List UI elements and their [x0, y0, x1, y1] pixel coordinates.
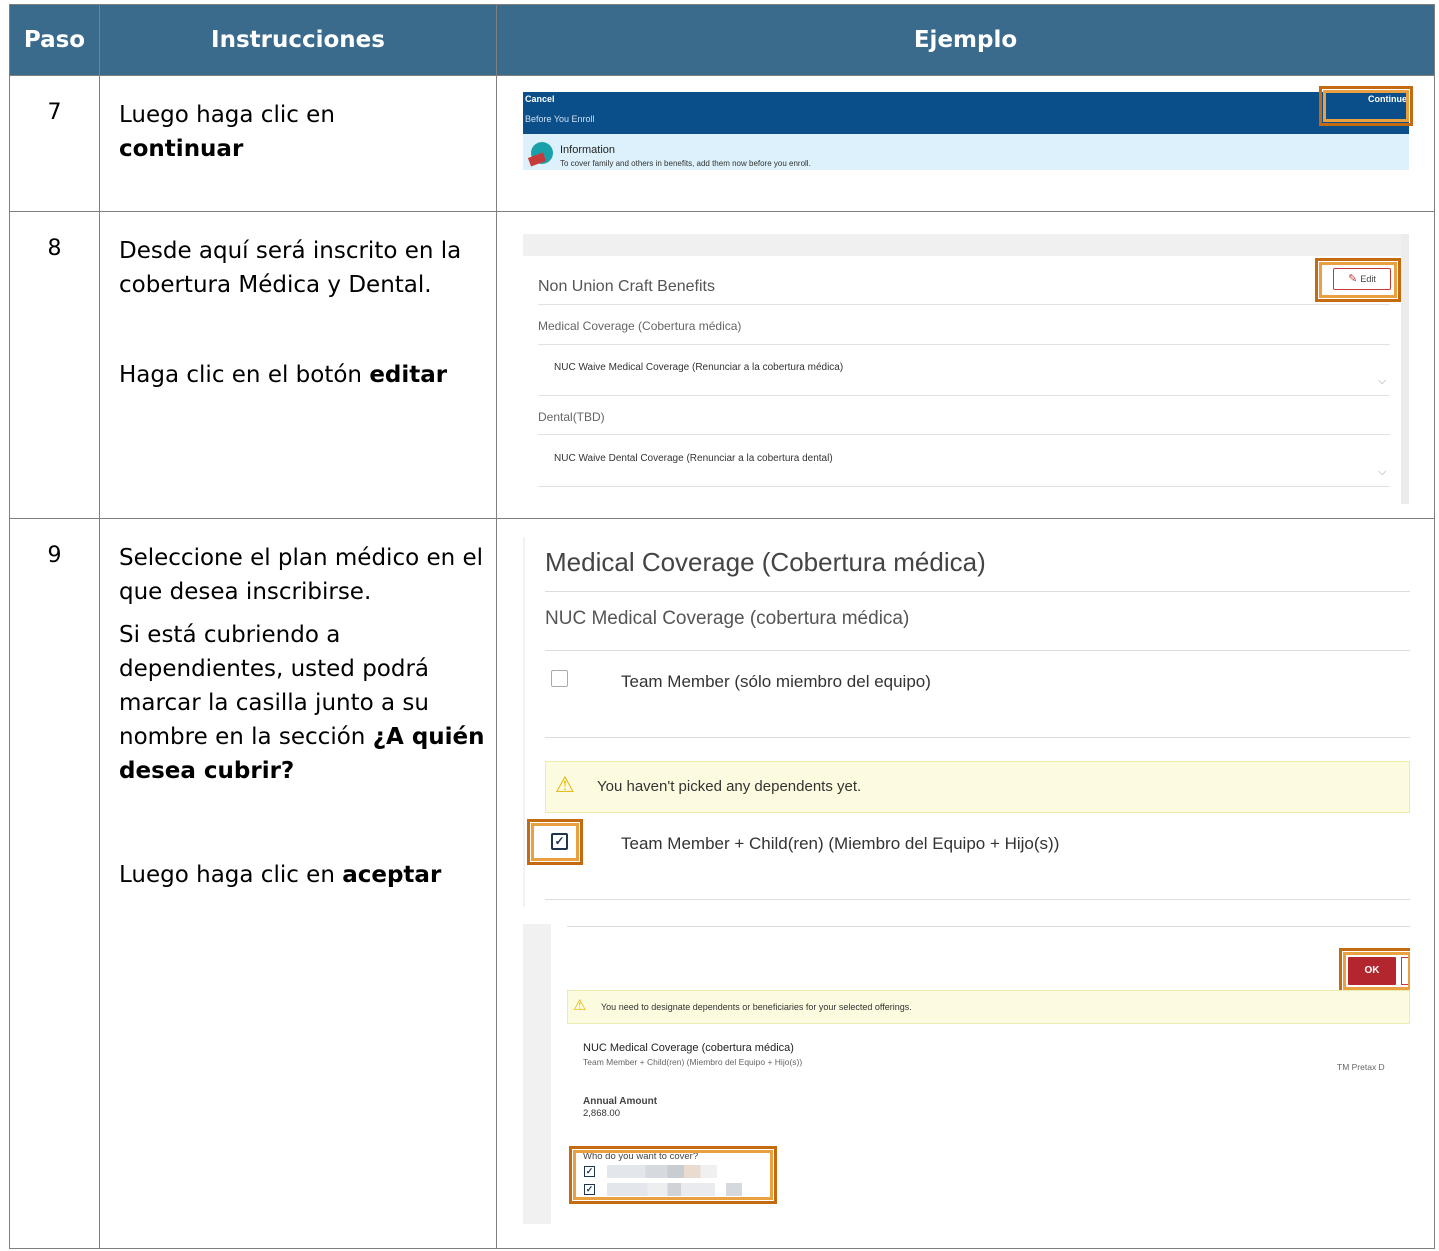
example-cell: Medical Coverage (Cobertura médica) NUC … — [496, 518, 1435, 1249]
coverage-tier: Team Member + Child(ren) (Miembro del Eq… — [583, 1057, 803, 1067]
nav-bar: Cancel Before You Enroll Continue — [523, 92, 1409, 134]
step-instructions: Seleccione el plan médico en el que dese… — [99, 518, 497, 1249]
table-header-row: Paso Instrucciones Ejemplo — [9, 4, 1435, 76]
divider — [538, 395, 1390, 396]
step-number: 9 — [9, 518, 100, 1249]
divider — [545, 737, 1410, 738]
highlight-box — [1319, 86, 1413, 126]
divider — [538, 434, 1390, 435]
header-step: Paso — [9, 4, 100, 76]
instruction-lead: Haga clic en el botón — [119, 362, 363, 388]
divider — [545, 899, 1410, 900]
highlight-box — [569, 1146, 777, 1204]
option1-checkbox[interactable] — [551, 670, 568, 687]
dental-plan-item[interactable]: NUC Waive Dental Coverage (Renunciar a l… — [554, 453, 833, 464]
screenshot-before-you-enroll: Cancel Before You Enroll Continue Inform… — [523, 86, 1413, 170]
annual-amount-label: Annual Amount — [583, 1096, 658, 1107]
warning-banner: ⚠ You need to designate dependents or be… — [567, 990, 1410, 1024]
divider — [538, 486, 1390, 487]
instruction-text: Seleccione el plan médico en el que dese… — [119, 545, 484, 605]
warning-icon: ⚠ — [555, 772, 575, 797]
instruction-bold: continuar — [119, 136, 244, 162]
instruction-text: Desde aquí será inscrito en la cobertura… — [119, 238, 462, 298]
table-row: 7 Luego haga clic en continuar Cancel Be… — [9, 75, 1435, 212]
pretax-label: TM Pretax D — [1337, 1062, 1385, 1072]
plan-name: NUC Medical Coverage (cobertura médica) — [583, 1042, 794, 1054]
divider — [538, 304, 1390, 305]
chevron-down-icon[interactable]: ⌵ — [1378, 375, 1386, 388]
info-banner: Information To cover family and others i… — [523, 134, 1409, 170]
table-row: 8 Desde aquí será inscrito en la cobertu… — [9, 211, 1435, 519]
screenshot-review-coverage: OK ⚠ You need to designate dependents or… — [523, 924, 1410, 1224]
coverage-heading: Medical Coverage (Cobertura médica) — [545, 547, 986, 577]
page-title: Before You Enroll — [525, 114, 595, 124]
instruction-text: Si está cubriendo a dependientes, usted … — [119, 618, 486, 788]
left-strip — [523, 924, 551, 1224]
step-instructions: Desde aquí será inscrito en la cobertura… — [99, 211, 497, 519]
warning-banner: ⚠ You haven't picked any dependents yet. — [545, 761, 1410, 813]
header-instructions: Instrucciones — [99, 4, 497, 76]
instruction-text: Luego haga clic en — [119, 102, 335, 128]
highlight-box — [1339, 948, 1410, 994]
divider — [567, 926, 1410, 927]
screenshot-benefits-summary: Non Union Craft Benefits ✎ Edit Medical C… — [523, 234, 1409, 504]
medical-section-label: Medical Coverage (Cobertura médica) — [538, 319, 742, 333]
instruction-text: Luego haga clic en aceptar — [119, 858, 486, 892]
chevron-down-icon[interactable]: ⌵ — [1378, 466, 1386, 479]
family-icon — [531, 142, 553, 164]
medical-plan-item[interactable]: NUC Waive Medical Coverage (Renunciar a … — [554, 362, 843, 373]
highlight-box — [527, 819, 583, 865]
instruction-bold: editar — [369, 362, 448, 388]
scrollbar-track[interactable] — [1401, 234, 1409, 504]
screenshot-medical-coverage: Medical Coverage (Cobertura médica) NUC … — [523, 537, 1410, 907]
annual-amount-value: 2,868.00 — [583, 1108, 620, 1119]
left-strip — [523, 537, 525, 907]
instruction-lead: Luego haga clic en — [119, 862, 335, 888]
plan-name: NUC Medical Coverage (cobertura médica) — [545, 608, 910, 629]
header-example: Ejemplo — [496, 4, 1435, 76]
warning-text: You need to designate dependents or bene… — [601, 1002, 912, 1012]
step-number: 7 — [9, 75, 100, 212]
step-instructions: Luego haga clic en continuar — [99, 75, 497, 212]
warning-icon: ⚠ — [573, 997, 587, 1014]
instruction-table: Paso Instrucciones Ejemplo 7 Luego haga … — [9, 4, 1435, 1249]
divider — [538, 344, 1390, 345]
table-row: 9 Seleccione el plan médico en el que de… — [9, 518, 1435, 1249]
cancel-link[interactable]: Cancel — [525, 94, 555, 104]
step-number: 8 — [9, 211, 100, 519]
option2-label: Team Member + Child(ren) (Miembro del Eq… — [621, 834, 1060, 853]
example-cell: Cancel Before You Enroll Continue Inform… — [496, 75, 1435, 212]
highlight-box — [1315, 258, 1401, 302]
info-text: To cover family and others in benefits, … — [560, 159, 811, 168]
info-title: Information — [560, 144, 616, 156]
example-cell: Non Union Craft Benefits ✎ Edit Medical C… — [496, 211, 1435, 519]
warning-text: You haven't picked any dependents yet. — [597, 778, 862, 795]
option1-label: Team Member (sólo miembro del equipo) — [621, 672, 931, 691]
instruction-text: Haga clic en el botón editar — [119, 358, 486, 392]
top-strip — [523, 234, 1409, 256]
section-title: Non Union Craft Benefits — [538, 278, 715, 295]
divider — [545, 650, 1410, 651]
divider — [545, 591, 1410, 592]
dental-section-label: Dental(TBD) — [538, 410, 605, 424]
instruction-bold: aceptar — [342, 862, 442, 888]
